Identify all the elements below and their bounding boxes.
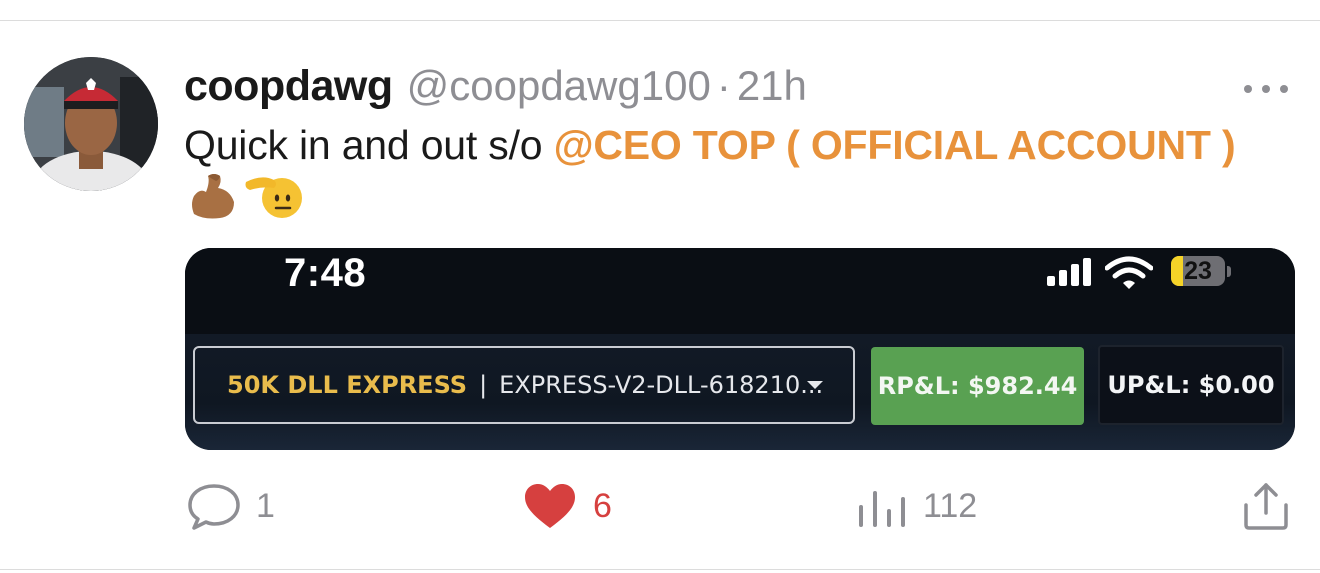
account-dropdown[interactable]: 50K DLL EXPRESS | EXPRESS-V2-DLL-618210.… bbox=[193, 346, 855, 424]
battery-icon: 23 bbox=[1171, 256, 1233, 288]
like-count: 6 bbox=[593, 486, 612, 525]
account-id: EXPRESS-V2-DLL-618210... bbox=[499, 371, 824, 399]
views-bar-chart-icon bbox=[859, 491, 905, 527]
dot bbox=[1262, 85, 1270, 93]
chevron-down-icon bbox=[807, 381, 823, 389]
saluting-face-emoji bbox=[245, 177, 302, 218]
battery-cap bbox=[1227, 266, 1231, 277]
wifi-icon bbox=[1105, 256, 1153, 289]
bottom-divider bbox=[0, 569, 1320, 570]
account-name: 50K DLL EXPRESS bbox=[227, 371, 468, 399]
battery-level: 23 bbox=[1184, 257, 1212, 285]
post-text-body: Quick in and out s/o bbox=[184, 122, 543, 168]
post-timestamp[interactable]: 21h bbox=[737, 62, 807, 110]
status-clock: 7:48 bbox=[284, 251, 367, 295]
avatar[interactable] bbox=[24, 57, 158, 191]
dot bbox=[1244, 85, 1252, 93]
trading-toolbar: 50K DLL EXPRESS | EXPRESS-V2-DLL-618210.… bbox=[185, 334, 1295, 450]
emoji-row bbox=[186, 170, 304, 222]
more-options-icon[interactable] bbox=[1244, 84, 1288, 94]
post-actions: 1 6 112 bbox=[0, 478, 1320, 538]
top-divider bbox=[0, 20, 1320, 21]
post-text: Quick in and out s/o @CEO TOP ( OFFICIAL… bbox=[184, 122, 1236, 169]
embedded-screenshot[interactable]: 7:48 23 50K DLL EXPRESS | EXPRESS-V2-DLL… bbox=[185, 248, 1295, 450]
share-icon bbox=[1244, 483, 1288, 530]
heart-icon bbox=[525, 484, 575, 528]
phone-status-bar: 7:48 23 bbox=[185, 248, 1295, 334]
unrealized-pnl-badge: UP&L: $0.00 bbox=[1098, 345, 1284, 425]
avatar-photo bbox=[24, 57, 158, 191]
views-button[interactable]: 112 bbox=[857, 478, 977, 534]
battery-body: 23 bbox=[1171, 256, 1225, 286]
post-header: coopdawg @coopdawg100 · 21h bbox=[184, 62, 807, 118]
cellular-signal-icon bbox=[1047, 258, 1091, 286]
dot bbox=[1280, 85, 1288, 93]
account-separator: | bbox=[479, 371, 488, 399]
flexed-biceps-emoji bbox=[192, 174, 234, 219]
separator-dot: · bbox=[716, 62, 731, 109]
reply-button[interactable]: 1 bbox=[186, 478, 275, 534]
display-name[interactable]: coopdawg bbox=[184, 62, 393, 111]
user-handle[interactable]: @coopdawg100 bbox=[407, 62, 711, 110]
view-count: 112 bbox=[923, 486, 978, 525]
like-button[interactable]: 6 bbox=[523, 478, 612, 534]
reply-icon bbox=[188, 484, 240, 530]
mention-link[interactable]: @CEO TOP ( OFFICIAL ACCOUNT ) bbox=[554, 122, 1236, 168]
realized-pnl-badge: RP&L: $982.44 bbox=[871, 347, 1084, 425]
share-button[interactable] bbox=[1240, 478, 1292, 534]
reply-count: 1 bbox=[256, 486, 275, 525]
